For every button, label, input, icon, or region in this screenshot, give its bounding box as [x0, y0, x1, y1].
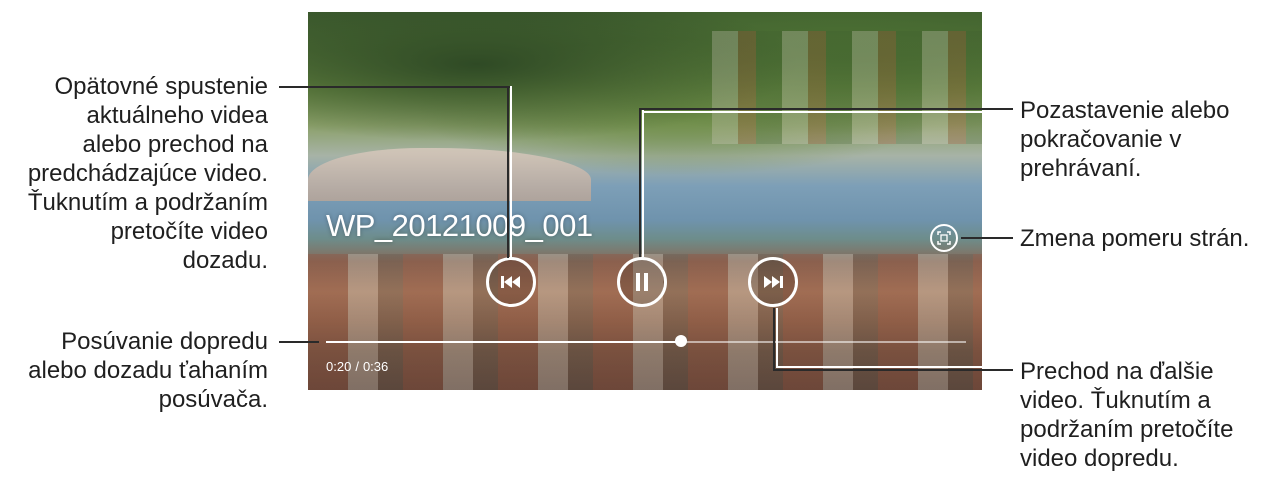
playback-time: 0:20/0:36: [326, 359, 388, 374]
leader-line-pause-light: [642, 111, 982, 113]
callout-line: podržaním pretočíte: [1020, 416, 1234, 443]
callout-line: alebo dozadu ťahaním: [28, 357, 268, 384]
leader-line-previous: [279, 86, 510, 88]
callout-line: Pozastavenie alebo: [1020, 97, 1230, 124]
leader-line-pause-light: [642, 110, 644, 257]
callout-line: alebo prechod na: [82, 131, 268, 158]
aspect-ratio-icon: [937, 231, 951, 245]
callout-line: posúvača.: [158, 386, 268, 413]
callout-line: Opätovné spustenie: [54, 73, 268, 100]
callout-line: pretočíte video: [110, 218, 268, 245]
leader-line-next-light: [776, 366, 982, 368]
callout-seek: Posúvanie dopredu alebo dozadu ťahaním p…: [0, 327, 268, 414]
seek-slider[interactable]: [326, 335, 966, 347]
callout-line: video. Ťuknutím a: [1020, 387, 1211, 414]
leader-line-pause: [639, 108, 1013, 110]
leader-line-next: [773, 369, 1013, 371]
current-time: 0:20: [326, 359, 352, 374]
total-time: 0:36: [362, 359, 389, 374]
callout-pause-resume: Pozastavenie alebo pokračovanie v prehrá…: [1020, 96, 1270, 183]
leader-line-pause: [639, 110, 641, 257]
leader-line-seek: [279, 341, 319, 343]
callout-line: Prechod na ďalšie: [1020, 358, 1214, 385]
callout-next: Prechod na ďalšie video. Ťuknutím a podr…: [1020, 357, 1270, 473]
leader-line-previous: [507, 86, 509, 258]
callout-line: pokračovanie v: [1020, 126, 1182, 153]
leader-line-aspect-ratio: [961, 237, 1013, 239]
callout-line: Posúvanie dopredu: [61, 328, 268, 355]
leader-line-next-light: [776, 308, 778, 366]
callout-line: dozadu.: [182, 247, 268, 274]
callout-line: Ťuknutím a podržaním: [27, 189, 268, 216]
callout-line: predchádzajúce video.: [27, 160, 268, 187]
skip-previous-icon: [501, 276, 520, 288]
callout-line: aktuálneho videa: [86, 102, 268, 129]
leader-line-next: [773, 308, 775, 370]
next-button[interactable]: [748, 257, 798, 307]
time-separator: /: [355, 359, 359, 374]
leader-line-previous-light: [510, 86, 512, 258]
callout-line: prehrávaní.: [1020, 155, 1142, 182]
callout-aspect-ratio: Zmena pomeru strán.: [1020, 224, 1270, 253]
callout-line: Zmena pomeru strán.: [1020, 225, 1250, 252]
video-frame-buildings: [712, 30, 982, 145]
video-player[interactable]: WP_20121009_001 0:20/0:36: [308, 12, 982, 390]
pause-icon: [636, 273, 648, 291]
aspect-ratio-button[interactable]: [930, 224, 958, 252]
callout-restart-previous: Opätovné spustenie aktuálneho videa aleb…: [0, 72, 268, 275]
callout-line: video dopredu.: [1020, 445, 1179, 472]
seek-progress: [326, 341, 682, 343]
video-title: WP_20121009_001: [326, 208, 593, 243]
skip-next-icon: [764, 276, 783, 288]
pause-button[interactable]: [617, 257, 667, 307]
previous-button[interactable]: [486, 257, 536, 307]
